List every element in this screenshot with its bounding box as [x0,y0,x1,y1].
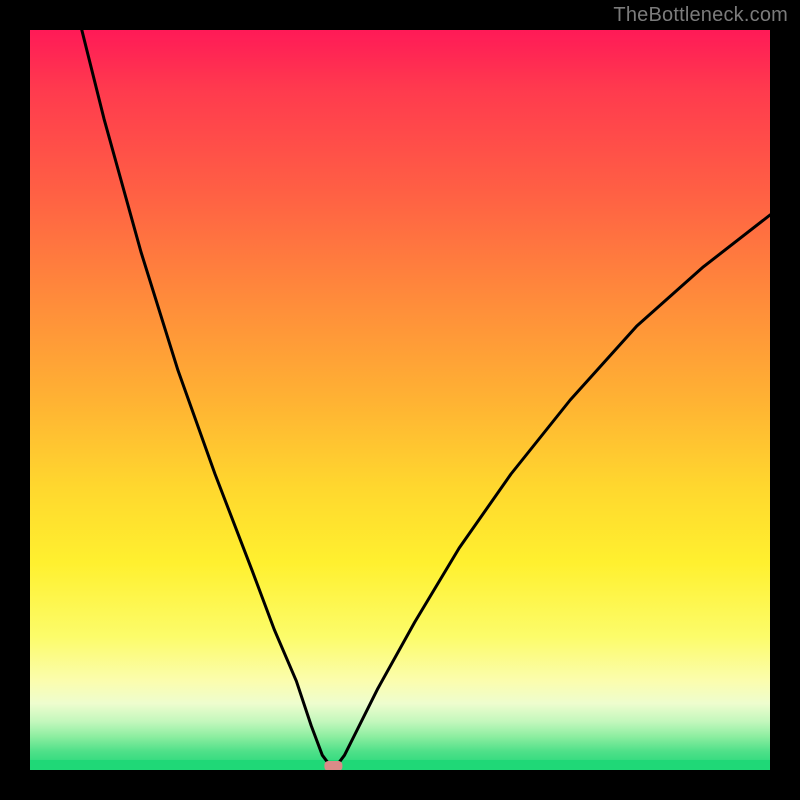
bottleneck-curve-path [30,30,770,770]
notch-marker [324,761,342,770]
chart-frame: TheBottleneck.com [0,0,800,800]
plot-area [30,30,770,770]
curve-svg [30,30,770,770]
watermark-text: TheBottleneck.com [613,4,788,27]
